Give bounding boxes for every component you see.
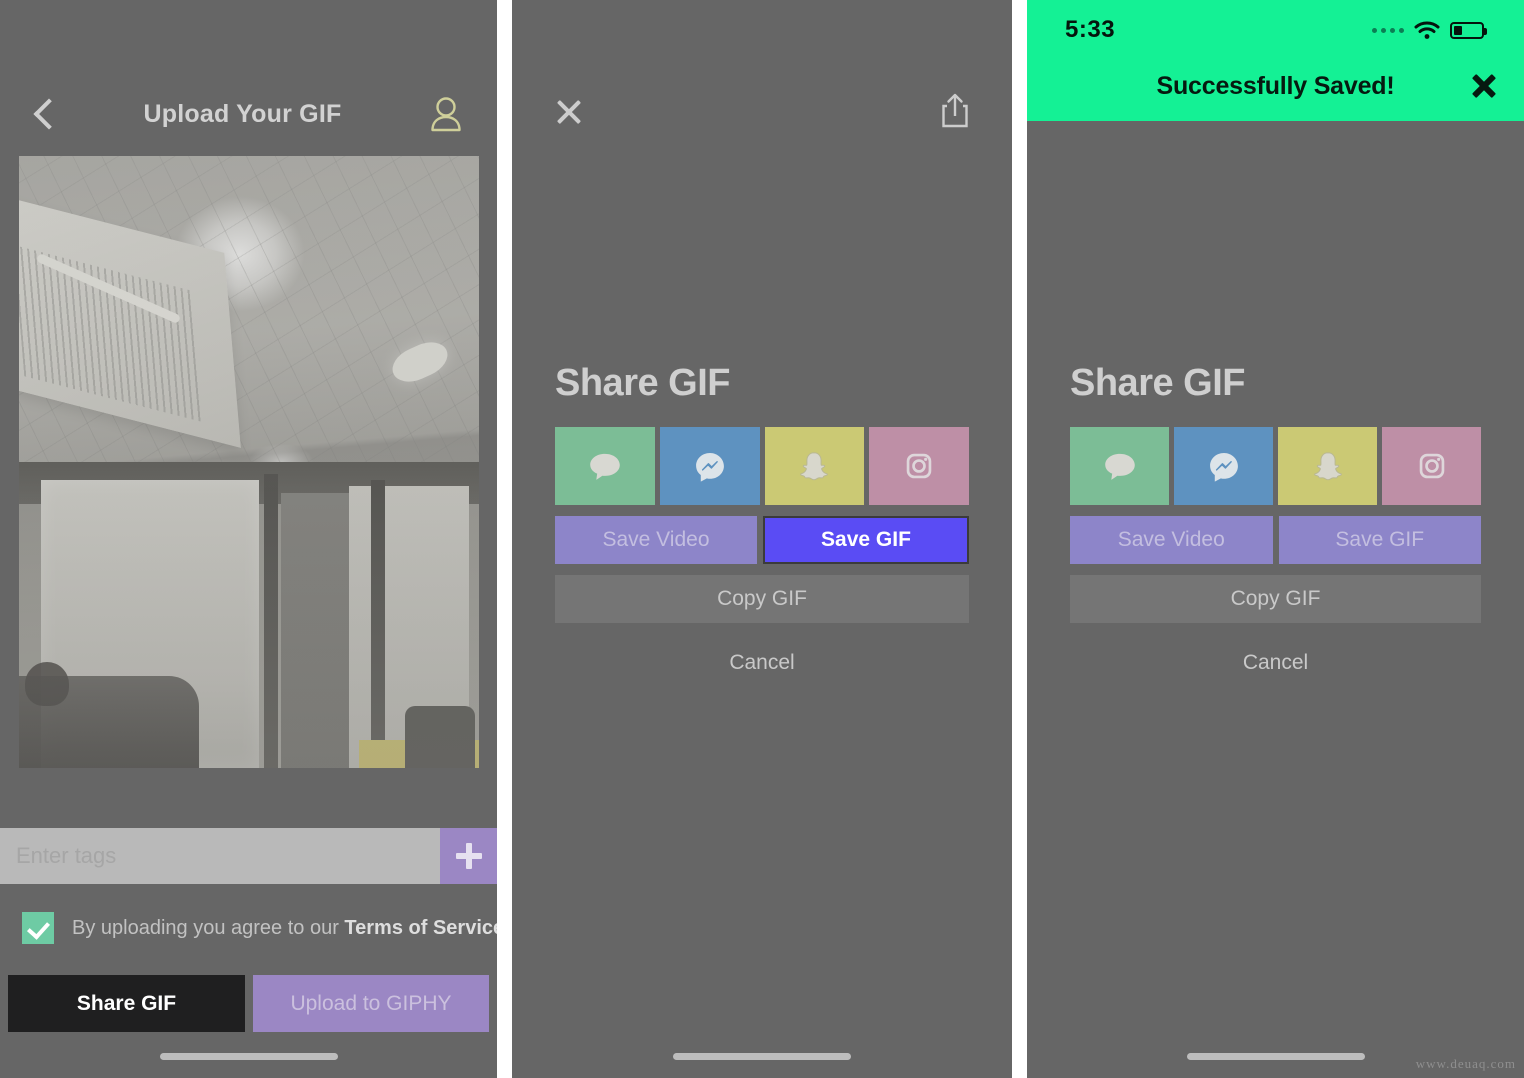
- add-tag-button[interactable]: [440, 828, 497, 884]
- panel-divider: [1012, 0, 1027, 1078]
- messenger-bolt-icon: [695, 452, 724, 482]
- panel-saved-confirmation: 5:33 Successfully Saved! Share GIF Save …: [1027, 0, 1524, 1078]
- speech-bubble-icon: [1104, 453, 1135, 480]
- panel-divider: [497, 0, 512, 1078]
- plus-icon: [455, 843, 482, 869]
- back-chevron-icon[interactable]: [34, 97, 56, 131]
- close-x-icon[interactable]: [1470, 72, 1498, 100]
- site-watermark: www.deuaq.com: [1415, 1056, 1516, 1071]
- tags-row: [0, 828, 497, 884]
- share-target-messages[interactable]: [1070, 427, 1169, 505]
- page-title: Upload Your GIF: [143, 99, 342, 128]
- share-gif-button[interactable]: Share GIF: [8, 975, 245, 1032]
- success-banner: 5:33 Successfully Saved!: [1027, 0, 1524, 121]
- share-target-messenger[interactable]: [1174, 427, 1273, 505]
- copy-gif-button[interactable]: Copy GIF: [555, 575, 969, 623]
- battery-low-icon: [1450, 21, 1487, 39]
- share-sheet-title: Share GIF: [1070, 362, 1246, 404]
- save-gif-button[interactable]: Save GIF: [1278, 516, 1481, 564]
- copy-gif-button[interactable]: Copy GIF: [1070, 575, 1481, 623]
- panel-share-sheet: Share GIF Save Video Save GIF Copy GIF C…: [512, 0, 1012, 1078]
- share-export-icon[interactable]: [940, 92, 970, 133]
- share-target-instagram[interactable]: [1382, 427, 1481, 505]
- snapchat-ghost-icon: [800, 452, 829, 481]
- close-x-icon[interactable]: [554, 97, 584, 127]
- share-target-messages[interactable]: [555, 427, 655, 505]
- screenshot-stage: Upload Your GIF Enter tags By uploading …: [0, 0, 1524, 1078]
- cancel-button[interactable]: Cancel: [1070, 648, 1481, 678]
- success-toast: Successfully Saved!: [1027, 62, 1524, 110]
- share-app-row: [1070, 427, 1481, 505]
- upload-nav-bar: Upload Your GIF: [0, 88, 497, 140]
- share-target-messenger[interactable]: [659, 427, 760, 505]
- snapchat-ghost-icon: [1313, 452, 1342, 481]
- preview-chair: [405, 706, 475, 768]
- home-indicator[interactable]: [1186, 1053, 1365, 1060]
- share-sheet-title: Share GIF: [555, 362, 731, 404]
- cancel-button[interactable]: Cancel: [555, 648, 969, 678]
- share-nav-bar: [512, 86, 1012, 138]
- speech-bubble-icon: [590, 453, 620, 480]
- upload-to-giphy-button[interactable]: Upload to GIPHY: [253, 975, 489, 1032]
- upload-action-buttons: Share GIF Upload to GIPHY: [8, 975, 489, 1032]
- instagram-camera-icon: [906, 453, 932, 479]
- share-app-row: [555, 427, 969, 505]
- panel-upload-gif: Upload Your GIF Enter tags By uploading …: [0, 0, 497, 1078]
- messenger-bolt-icon: [1209, 452, 1238, 482]
- instagram-camera-icon: [1419, 453, 1444, 479]
- share-target-snapchat[interactable]: [1278, 427, 1377, 505]
- save-gif-button[interactable]: Save GIF: [763, 516, 969, 564]
- share-sheet-body: Share GIF Save Video Save GIF Copy GIF C…: [1070, 362, 1481, 678]
- status-indicators: [1372, 20, 1487, 40]
- ios-status-bar: 5:33: [1027, 14, 1524, 46]
- home-indicator[interactable]: [673, 1053, 851, 1060]
- save-action-row: Save Video Save GIF: [555, 516, 969, 564]
- preview-person: [19, 676, 199, 768]
- user-account-icon[interactable]: [429, 96, 463, 132]
- gif-preview-image[interactable]: [19, 156, 479, 768]
- home-indicator[interactable]: [159, 1053, 338, 1060]
- save-action-row: Save Video Save GIF: [1070, 516, 1481, 564]
- signal-dots-icon: [1372, 27, 1404, 33]
- terms-checkbox[interactable]: [22, 912, 54, 944]
- preview-window-mullion: [264, 474, 278, 768]
- share-sheet-body: Share GIF Save Video Save GIF Copy GIF C…: [555, 362, 969, 678]
- terms-of-service-row: By uploading you agree to our Terms of S…: [22, 912, 497, 944]
- save-video-button[interactable]: Save Video: [555, 516, 757, 564]
- terms-of-service-link[interactable]: Terms of Service: [344, 917, 497, 939]
- terms-label: By uploading you agree to our Terms of S…: [72, 917, 497, 940]
- wifi-icon: [1414, 21, 1440, 39]
- share-target-snapchat[interactable]: [764, 427, 865, 505]
- success-message: Successfully Saved!: [1156, 71, 1395, 100]
- save-video-button[interactable]: Save Video: [1070, 516, 1273, 564]
- preview-window-mullion: [371, 480, 385, 768]
- tags-input[interactable]: [0, 828, 440, 884]
- share-target-instagram[interactable]: [869, 427, 969, 505]
- status-time: 5:33: [1065, 16, 1116, 43]
- terms-text-prefix: By uploading you agree to our: [72, 916, 345, 939]
